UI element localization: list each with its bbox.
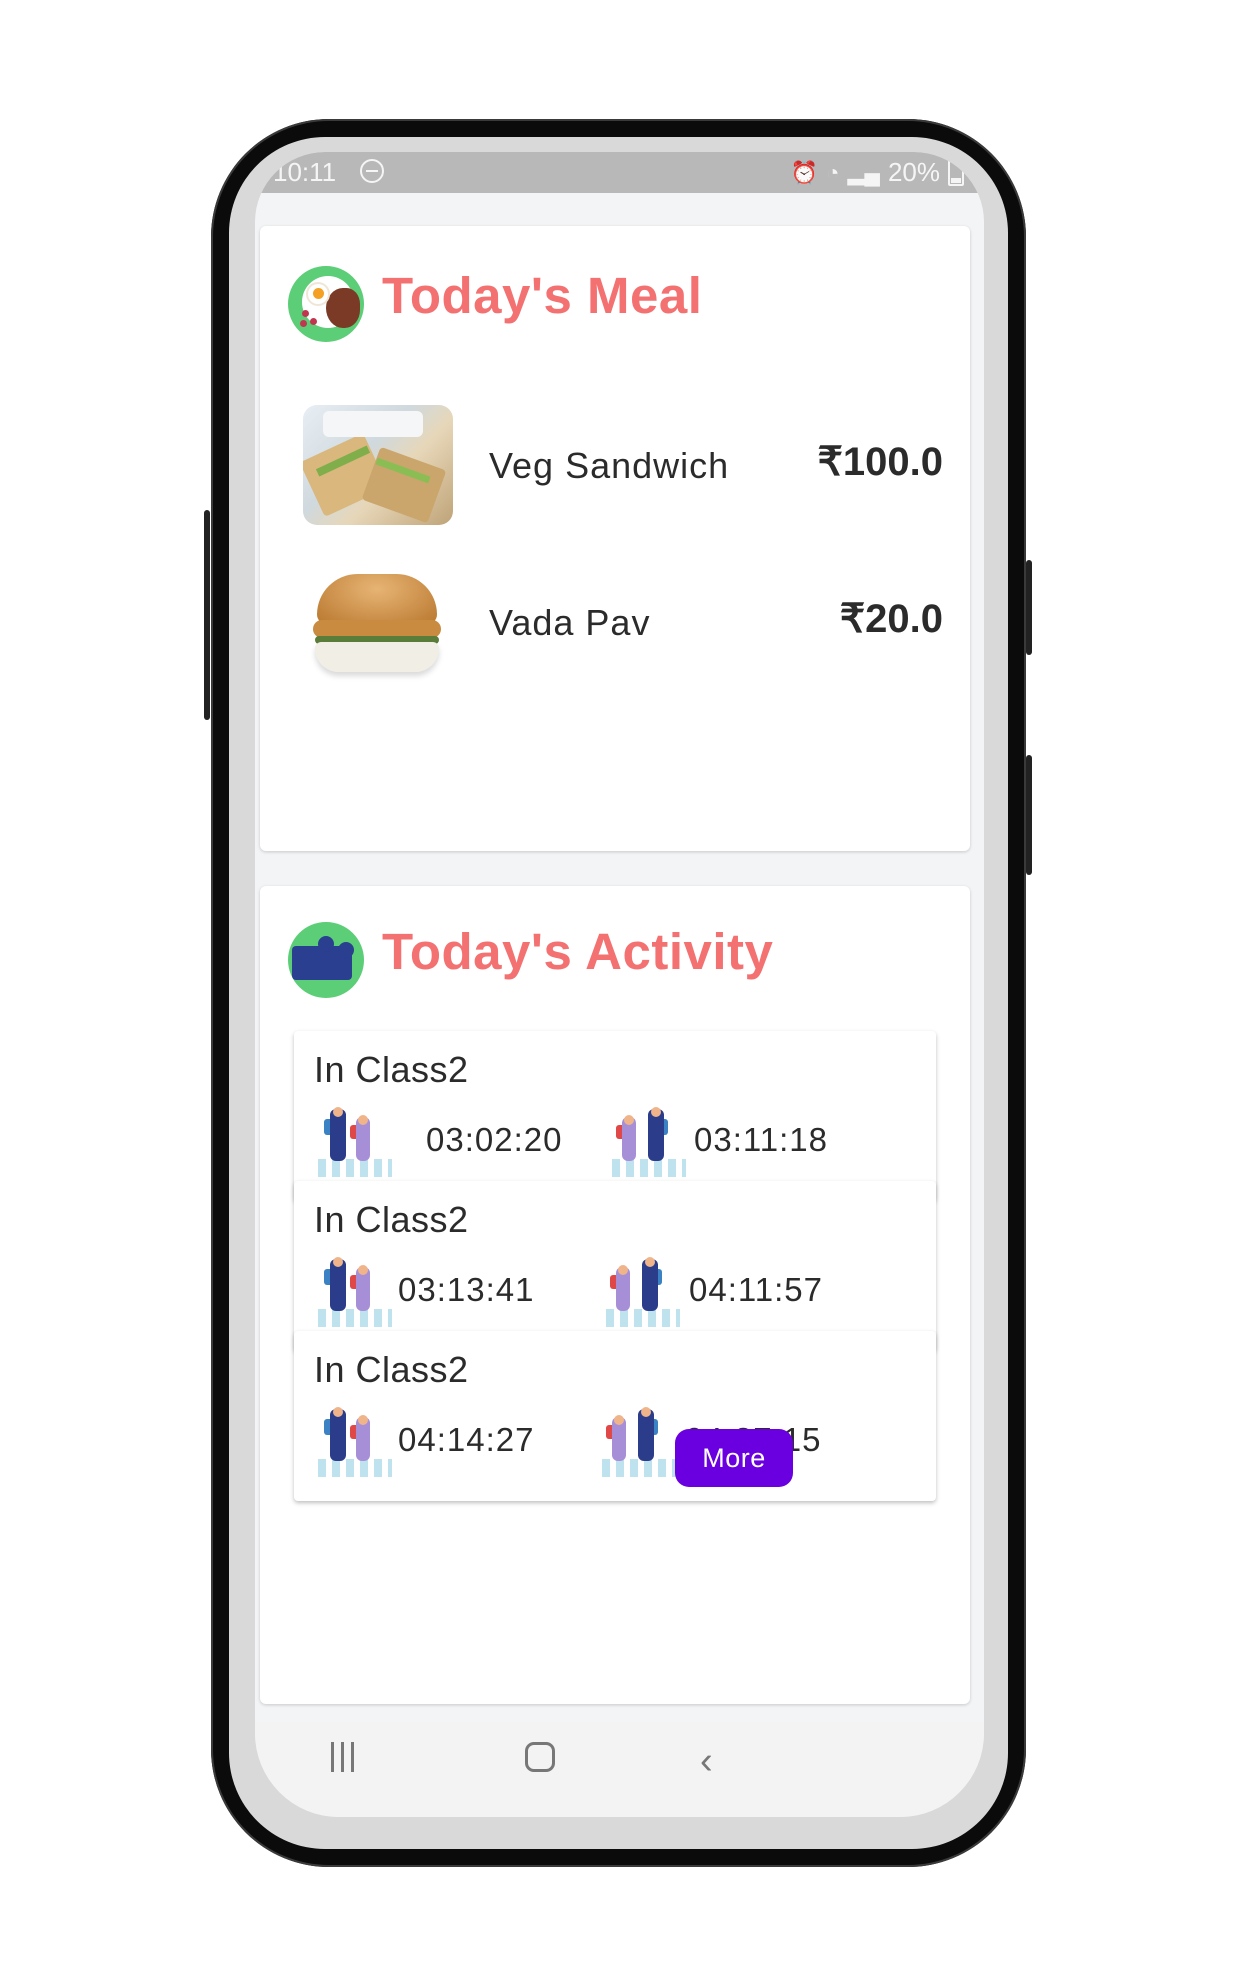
activity-title: In Class2 [314,1049,469,1090]
meal-item-name: Veg Sandwich [489,445,730,486]
check-in-walk-icon [318,1407,392,1477]
app-screen: 10:11 ⏰ ◔ ▂▄ 20% Today's Meal Veg Sandwi… [255,152,984,1817]
check-in-time: 03:02:20 [426,1121,563,1158]
puzzle-icon [288,922,364,998]
home-icon[interactable] [525,1742,555,1772]
signal-icon: ▂▄ [847,159,880,185]
recent-apps-icon[interactable] [327,1742,357,1772]
battery-percent: 20% [887,157,940,187]
status-indicators: ⏰ ◔ ▂▄ 20% [791,157,964,188]
status-bar: 10:11 ⏰ ◔ ▂▄ 20% [255,152,984,193]
check-out-time: 04:11:57 [689,1271,824,1308]
meal-item[interactable]: Veg Sandwich ₹100.0 [303,405,943,525]
check-out-walk-icon [606,1257,680,1327]
activity-section-title: Today's Activity [382,923,774,980]
meal-item-price: ₹20.0 [839,597,943,641]
vada-pav-image [303,562,453,682]
wifi-icon: ◔ [826,159,840,185]
side-button-right-2 [1026,755,1032,875]
check-out-walk-icon [612,1107,686,1177]
meal-card: Today's Meal Veg Sandwich ₹100.0 Vada Pa… [260,226,970,851]
alarm-icon: ⏰ [790,159,819,185]
check-out-time: 03:11:18 [694,1121,829,1158]
activity-item[interactable]: In Class2 04:14:27 04:27:15 [294,1331,936,1501]
meal-item-name: Vada Pav [489,602,651,643]
back-icon[interactable]: ‹ [700,1740,713,1783]
activity-card: Today's Activity In Class2 03:02:20 03:1… [260,886,970,1704]
side-button-right-1 [1026,560,1032,655]
activity-title: In Class2 [314,1349,469,1390]
dnd-icon [360,159,384,183]
battery-icon [948,159,964,186]
activity-item[interactable]: In Class2 03:02:20 03:11:18 [294,1031,936,1201]
veg-sandwich-image [303,405,453,525]
meal-plate-icon [288,266,364,342]
check-in-walk-icon [318,1257,392,1327]
activity-item[interactable]: In Class2 03:13:41 04:11:57 [294,1181,936,1351]
meal-item[interactable]: Vada Pav ₹20.0 [303,562,943,682]
navigation-bar: ‹ [255,1722,984,1817]
meal-item-price: ₹100.0 [817,440,943,484]
check-in-time: 04:14:27 [398,1421,535,1458]
activity-title: In Class2 [314,1199,469,1240]
status-time: 10:11 [273,157,337,187]
meal-section-title: Today's Meal [382,267,703,324]
more-button[interactable]: More [675,1429,793,1487]
check-in-time: 03:13:41 [398,1271,535,1308]
check-out-walk-icon [602,1407,676,1477]
check-in-walk-icon [318,1107,392,1177]
side-button-left [204,510,210,720]
